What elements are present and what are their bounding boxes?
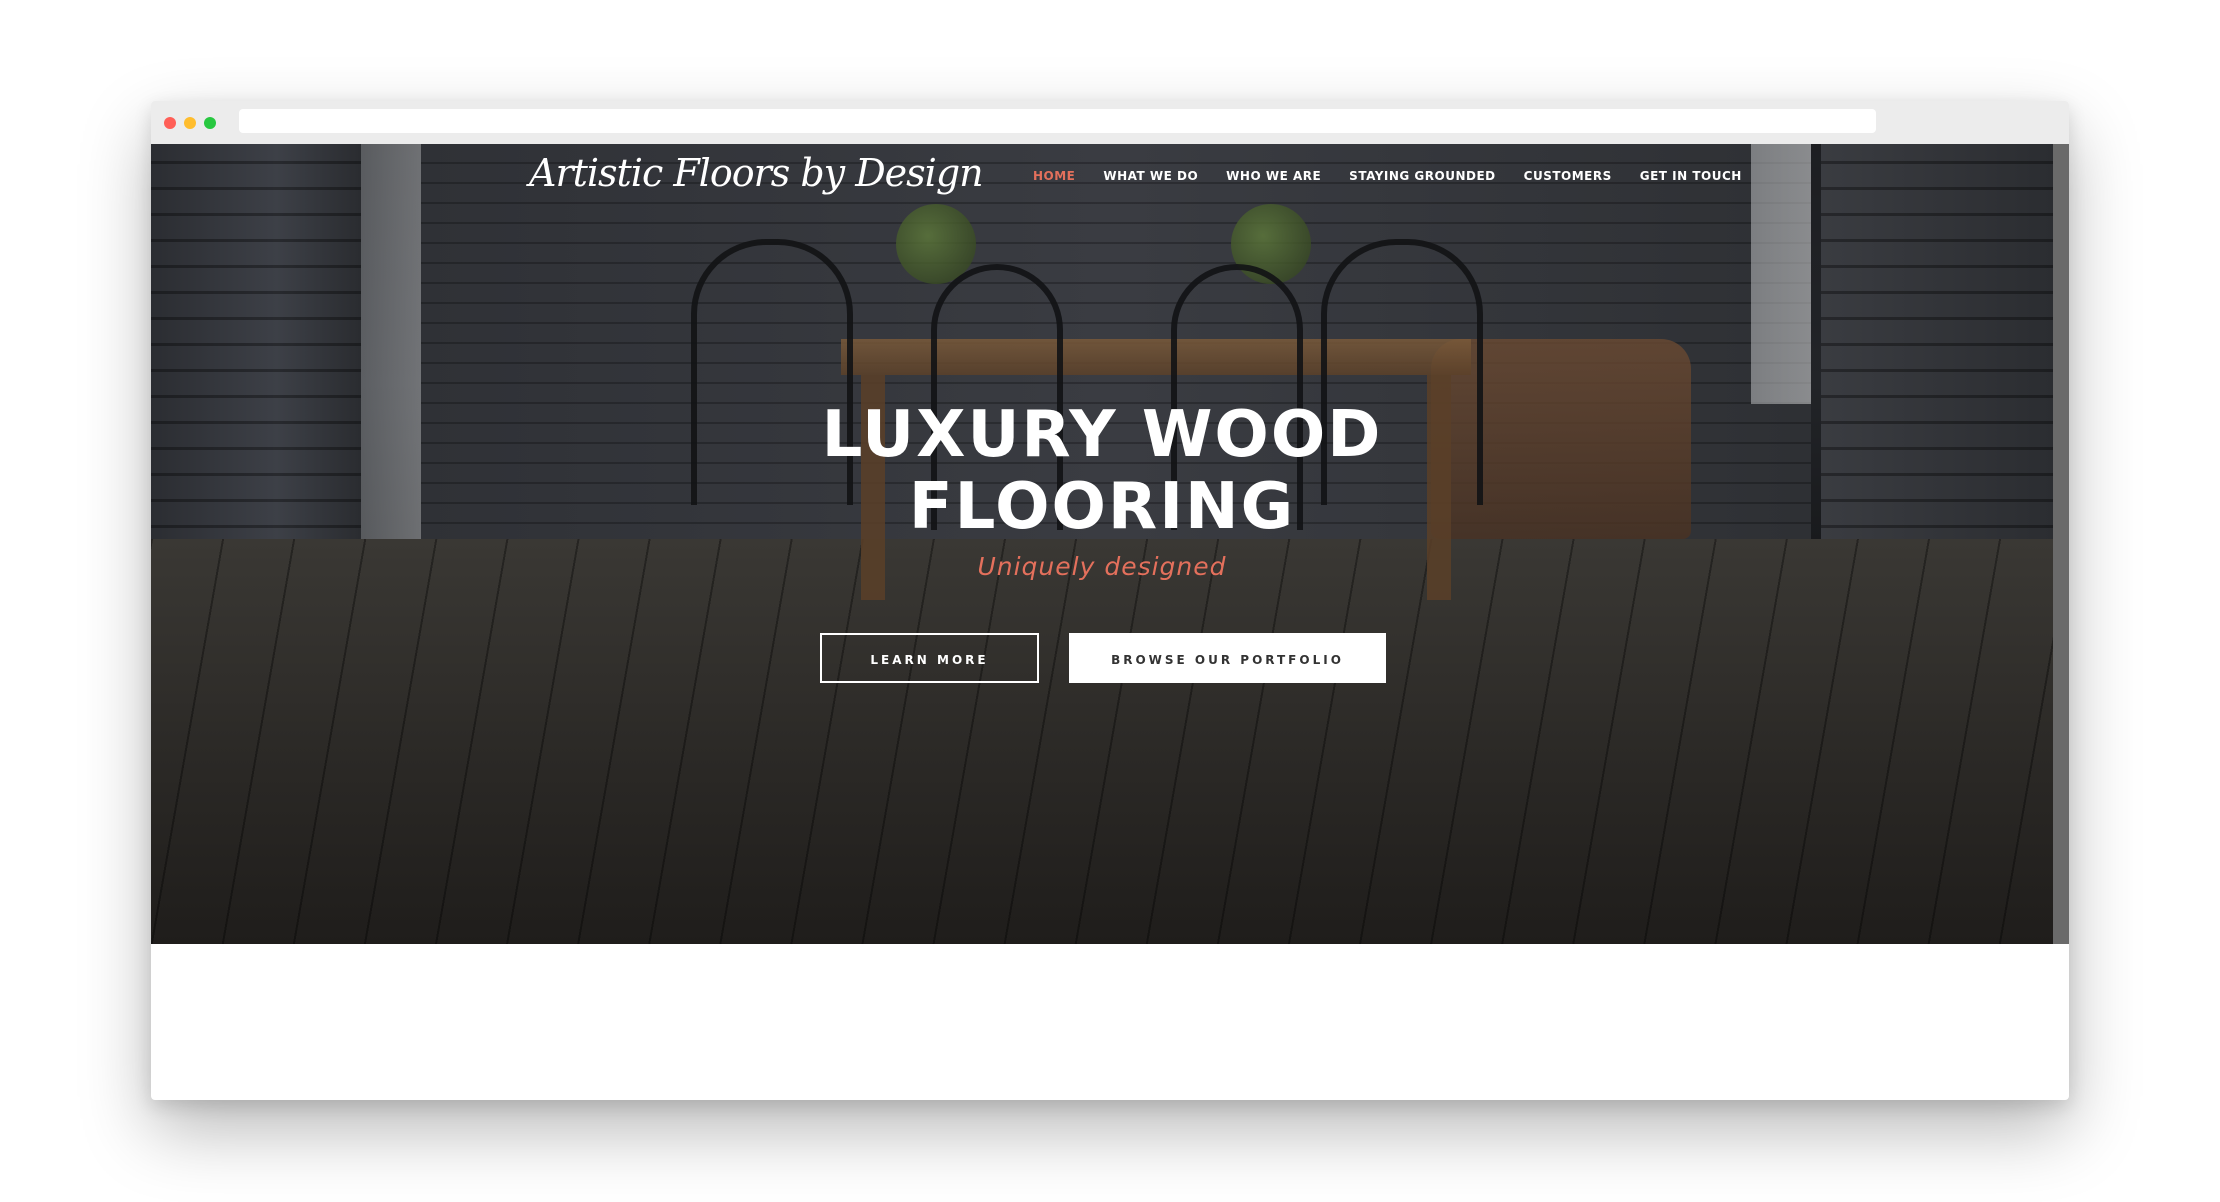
browser-titlebar — [151, 101, 2069, 144]
wood-floor — [151, 539, 2053, 944]
learn-more-button[interactable]: LEARN MORE — [820, 633, 1039, 683]
hero-headline-line2: FLOORING — [908, 470, 1296, 544]
hero-subheadline: Uniquely designed — [977, 552, 1227, 581]
close-window-button[interactable] — [164, 117, 176, 129]
hero-headline: LUXURY WOOD FLOORING — [151, 399, 2053, 543]
hero-headline-line1: LUXURY WOOD — [821, 398, 1383, 472]
minimize-window-button[interactable] — [184, 117, 196, 129]
main-nav: HOME WHAT WE DO WHO WE ARE STAYING GROUN… — [1019, 166, 1756, 186]
maximize-window-button[interactable] — [204, 117, 216, 129]
background-window — [1751, 144, 1811, 404]
address-bar[interactable] — [239, 109, 1876, 133]
nav-who-we-are[interactable]: WHO WE ARE — [1212, 166, 1335, 186]
browse-portfolio-button[interactable]: BROWSE OUR PORTFOLIO — [1069, 633, 1386, 683]
nav-what-we-do[interactable]: WHAT WE DO — [1089, 166, 1212, 186]
hero-section: Artistic Floors by Design HOME WHAT WE D… — [151, 144, 2053, 944]
browser-window: Artistic Floors by Design HOME WHAT WE D… — [151, 101, 2069, 1100]
scrollbar-track[interactable] — [2053, 144, 2069, 944]
site-logo[interactable]: Artistic Floors by Design — [529, 148, 984, 198]
nav-home[interactable]: HOME — [1019, 166, 1089, 186]
nav-staying-grounded[interactable]: STAYING GROUNDED — [1335, 166, 1509, 186]
nav-customers[interactable]: CUSTOMERS — [1510, 166, 1626, 186]
nav-get-in-touch[interactable]: GET IN TOUCH — [1626, 166, 1756, 186]
